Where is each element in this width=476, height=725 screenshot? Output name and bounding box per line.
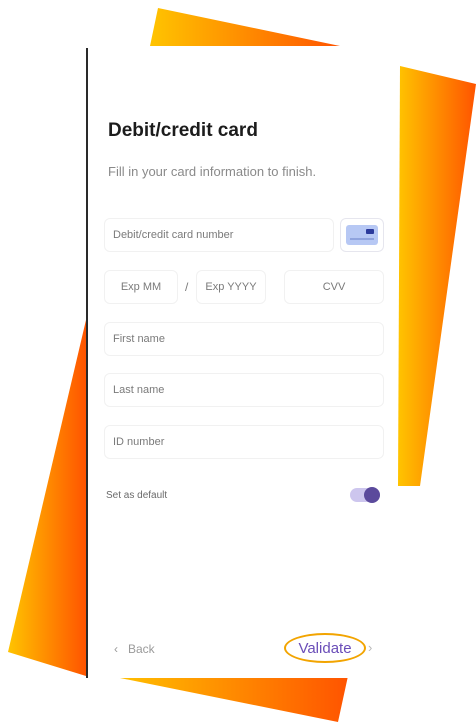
id-number-placeholder: ID number — [113, 436, 165, 448]
last-name-placeholder: Last name — [113, 384, 165, 396]
cvv-placeholder: CVV — [322, 281, 346, 293]
orange-shape-left — [8, 320, 86, 676]
credit-card-graphic — [346, 225, 378, 245]
set-default-toggle[interactable] — [350, 487, 380, 503]
card-stripe — [350, 238, 374, 240]
id-number-field[interactable]: ID number — [104, 425, 384, 459]
set-default-label: Set as default — [106, 490, 168, 501]
page-subtitle: Fill in your card information to finish. — [108, 164, 317, 179]
card-chip — [366, 229, 374, 234]
card-number-placeholder: Debit/credit card number — [113, 229, 234, 241]
first-name-field[interactable]: First name — [104, 322, 384, 356]
back-label: Back — [128, 642, 155, 656]
orange-shape-top — [150, 8, 340, 46]
back-button[interactable]: ‹ Back — [114, 642, 155, 656]
first-name-placeholder: First name — [113, 333, 165, 345]
last-name-field[interactable]: Last name — [104, 373, 384, 407]
exp-year-field[interactable]: Exp YYYY — [196, 270, 266, 304]
validate-label: Validate — [298, 639, 352, 657]
orange-shape-bottom — [110, 676, 348, 722]
cvv-field[interactable]: CVV — [284, 270, 384, 304]
date-separator: / — [185, 280, 189, 294]
credit-card-icon[interactable] — [340, 218, 384, 252]
chevron-left-icon: ‹ — [114, 642, 118, 656]
toggle-knob — [364, 487, 380, 503]
exp-year-placeholder: Exp YYYY — [205, 281, 257, 293]
orange-shape-right — [398, 66, 476, 486]
card-number-field[interactable]: Debit/credit card number — [104, 218, 334, 252]
validate-button[interactable]: Validate — [284, 633, 366, 663]
exp-month-placeholder: Exp MM — [120, 281, 162, 293]
page-title: Debit/credit card — [108, 120, 258, 141]
exp-month-field[interactable]: Exp MM — [104, 270, 178, 304]
chevron-right-icon: › — [368, 640, 373, 655]
payment-card-form: Debit/credit card Fill in your card info… — [88, 48, 398, 678]
